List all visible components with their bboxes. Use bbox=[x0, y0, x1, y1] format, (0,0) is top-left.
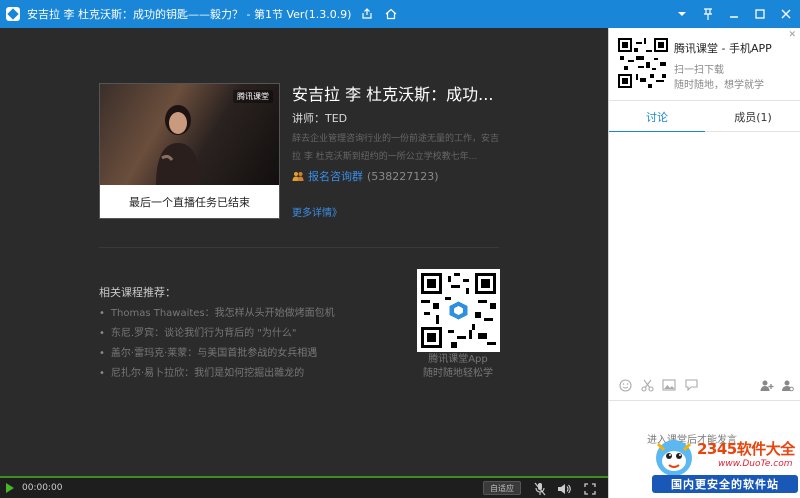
group-number: (538227123) bbox=[367, 169, 439, 183]
pin-icon[interactable] bbox=[700, 6, 716, 22]
recommendation-item[interactable]: Thomas Thawaites：我怎样从头开始做烤面包机 bbox=[99, 304, 335, 324]
qr-caption: 腾讯课堂App 随时随地轻松学 bbox=[408, 353, 508, 381]
image-icon[interactable] bbox=[661, 377, 677, 393]
recommendation-item[interactable]: 东尼.罗宾：谈论我们行为背后的 "为什么" bbox=[99, 324, 335, 344]
panel-tabs: 讨论 成员(1) bbox=[609, 100, 800, 133]
app-window: 安吉拉 李 杜克沃斯：成功的钥匙——毅力？ - 第1节 Ver(1.3.0.9) bbox=[0, 0, 800, 498]
watermark: 2345软件大全 www.DuoTe.com 国内更安全的软件站 bbox=[650, 434, 800, 498]
message-icon[interactable] bbox=[683, 377, 699, 393]
promo-close-icon[interactable]: ✕ bbox=[788, 30, 796, 40]
recommendation-item[interactable]: 盖尔·雷玛克·莱蒙：与美国首批参战的女兵相遇 bbox=[99, 344, 335, 364]
emoji-icon[interactable] bbox=[617, 377, 633, 393]
course-description: 辞去企业管理咨询行业的一份前途无量的工作，安吉拉 李 杜克沃斯到纽约的一所公立学… bbox=[292, 134, 500, 162]
more-details-link[interactable]: 更多详情》 bbox=[292, 204, 342, 219]
phone-app-qr-code bbox=[618, 38, 668, 88]
volume-icon[interactable] bbox=[556, 481, 572, 497]
cover-badge: 腾讯课堂 bbox=[233, 90, 273, 103]
window-title: 安吉拉 李 杜克沃斯：成功的钥匙——毅力？ - 第1节 Ver(1.3.0.9) bbox=[27, 8, 352, 21]
group-link[interactable]: 报名咨询群 bbox=[308, 168, 363, 184]
cover-image: 腾讯课堂 bbox=[100, 84, 279, 185]
side-panel: ✕ 腾讯课堂 - 手机APP 扫一扫下载 随时随地，想学就学 讨论 成员(1) bbox=[608, 28, 800, 498]
scan-download-text: 扫一扫下载 bbox=[674, 65, 724, 76]
title-bar: 安吉拉 李 杜克沃斯：成功的钥匙——毅力？ - 第1节 Ver(1.3.0.9) bbox=[0, 0, 800, 28]
recommendation-list: Thomas Thawaites：我怎样从头开始做烤面包机 东尼.罗宾：谈论我们… bbox=[99, 304, 335, 384]
course-info-area: 腾讯课堂 最后一个直播任务已结束 安吉拉 李 杜克沃斯：成功... 讲师：TED… bbox=[0, 28, 608, 476]
scissors-icon[interactable] bbox=[639, 377, 655, 393]
group-line: 报名咨询群 (538227123) bbox=[292, 168, 439, 184]
tab-discussion[interactable]: 讨论 bbox=[609, 101, 705, 133]
lecturer: 讲师：TED bbox=[292, 112, 348, 125]
add-member-icon[interactable] bbox=[759, 377, 775, 393]
course-cover[interactable]: 腾讯课堂 最后一个直播任务已结束 bbox=[99, 83, 280, 219]
home-icon[interactable] bbox=[383, 6, 399, 22]
player-bar: 00:00:00 自适应 bbox=[0, 476, 608, 498]
course-title: 安吉拉 李 杜克沃斯：成功... bbox=[292, 85, 494, 104]
share-icon[interactable] bbox=[359, 6, 375, 22]
chat-messages-area bbox=[609, 132, 800, 372]
group-people-icon bbox=[292, 172, 304, 181]
app-qr-code bbox=[417, 269, 500, 352]
playback-time: 00:00:00 bbox=[22, 483, 63, 493]
divider bbox=[99, 247, 499, 248]
chat-toolbar bbox=[609, 372, 800, 398]
qr-caption-line1: 腾讯课堂App bbox=[428, 354, 488, 365]
tab-members[interactable]: 成员(1) bbox=[705, 101, 800, 132]
watermark-brand: 2345软件大全 bbox=[697, 440, 795, 458]
scan-slogan-text: 随时随地，想学就学 bbox=[674, 80, 764, 91]
play-icon[interactable] bbox=[6, 483, 14, 493]
watermark-url: www.DuoTe.com bbox=[718, 459, 793, 469]
fullscreen-icon[interactable] bbox=[582, 481, 598, 497]
speaker-figure-icon bbox=[156, 105, 200, 185]
cover-caption: 最后一个直播任务已结束 bbox=[129, 196, 250, 209]
window-controls bbox=[674, 0, 794, 28]
app-logo-icon bbox=[6, 7, 20, 21]
qr-caption-line2: 随时随地轻松学 bbox=[423, 368, 493, 379]
adapt-button[interactable]: 自适应 bbox=[483, 481, 521, 495]
close-button[interactable] bbox=[778, 6, 794, 22]
dropdown-menu-icon[interactable] bbox=[674, 6, 690, 22]
minimize-button[interactable] bbox=[726, 6, 742, 22]
watermark-slogan: 国内更安全的软件站 bbox=[652, 475, 798, 493]
mic-muted-icon[interactable] bbox=[532, 481, 548, 497]
recommendations-heading: 相关课程推荐： bbox=[99, 286, 176, 299]
recommendation-item[interactable]: 尼扎尔·易卜拉欣：我们是如何挖掘出雜龙的 bbox=[99, 364, 335, 384]
member-settings-icon[interactable] bbox=[779, 377, 795, 393]
maximize-button[interactable] bbox=[752, 6, 768, 22]
phone-app-name: 腾讯课堂 - 手机APP bbox=[674, 42, 772, 55]
